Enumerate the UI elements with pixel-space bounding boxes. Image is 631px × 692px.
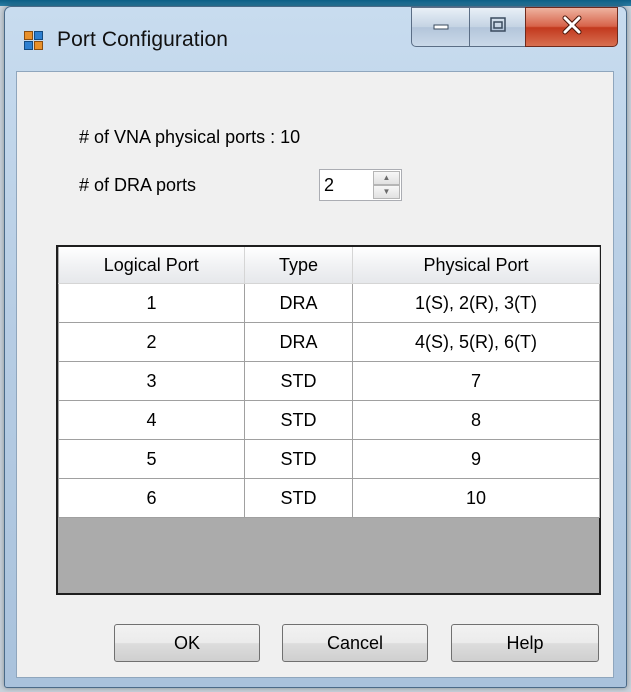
cell-physical-port[interactable]: 9: [352, 439, 600, 479]
title-bar[interactable]: Port Configuration: [5, 7, 626, 73]
help-button[interactable]: Help: [451, 624, 599, 662]
cell-logical-port[interactable]: 6: [58, 478, 245, 518]
table-row[interactable]: 1 DRA 1(S), 2(R), 3(T): [58, 283, 600, 323]
cell-logical-port[interactable]: 2: [58, 322, 245, 362]
spinner-down-button[interactable]: ▼: [373, 185, 400, 199]
table-header-row: Logical Port Type Physical Port: [58, 247, 600, 284]
column-header-type[interactable]: Type: [244, 247, 353, 284]
cell-type[interactable]: DRA: [244, 322, 353, 362]
app-window-icon: [24, 31, 44, 51]
port-grid: Logical Port Type Physical Port 1 DRA 1(…: [56, 245, 601, 595]
table-row[interactable]: 3 STD 7: [58, 361, 600, 401]
maximize-button[interactable]: [469, 7, 526, 47]
cell-logical-port[interactable]: 5: [58, 439, 245, 479]
cell-type[interactable]: STD: [244, 478, 353, 518]
cell-type[interactable]: STD: [244, 361, 353, 401]
spinner-buttons: ▲ ▼: [373, 171, 400, 199]
dra-ports-spinner[interactable]: 2 ▲ ▼: [319, 169, 402, 201]
dialog-client-area: # of VNA physical ports : 10 # of DRA po…: [16, 71, 614, 678]
cell-logical-port[interactable]: 3: [58, 361, 245, 401]
cell-physical-port[interactable]: 10: [352, 478, 600, 518]
cell-type[interactable]: STD: [244, 400, 353, 440]
dra-ports-label: # of DRA ports: [79, 175, 197, 195]
column-header-logical-port[interactable]: Logical Port: [58, 247, 245, 284]
port-configuration-dialog: Port Configuration # of VNA physical por…: [4, 6, 627, 688]
dra-ports-value[interactable]: 2: [324, 175, 334, 196]
table-row[interactable]: 6 STD 10: [58, 478, 600, 518]
cell-physical-port[interactable]: 1(S), 2(R), 3(T): [352, 283, 600, 323]
minimize-icon: [431, 18, 451, 36]
cell-physical-port[interactable]: 8: [352, 400, 600, 440]
cell-logical-port[interactable]: 1: [58, 283, 245, 323]
close-icon: [560, 15, 584, 40]
table-row[interactable]: 5 STD 9: [58, 439, 600, 479]
cell-type[interactable]: STD: [244, 439, 353, 479]
caret-up-icon: ▲: [382, 173, 391, 182]
close-button[interactable]: [525, 7, 618, 47]
table-row[interactable]: 4 STD 8: [58, 400, 600, 440]
cell-logical-port[interactable]: 4: [58, 400, 245, 440]
caret-down-icon: ▼: [382, 187, 391, 196]
ok-button[interactable]: OK: [114, 624, 260, 662]
minimize-button[interactable]: [411, 7, 470, 47]
cell-physical-port[interactable]: 7: [352, 361, 600, 401]
maximize-icon: [488, 16, 508, 39]
cancel-button[interactable]: Cancel: [282, 624, 428, 662]
vna-ports-label: # of VNA physical ports : 10: [79, 127, 301, 147]
window-title: Port Configuration: [57, 28, 229, 51]
column-header-physical-port[interactable]: Physical Port: [352, 247, 600, 284]
spinner-up-button[interactable]: ▲: [373, 171, 400, 185]
port-table: Logical Port Type Physical Port 1 DRA 1(…: [58, 247, 600, 518]
table-row[interactable]: 2 DRA 4(S), 5(R), 6(T): [58, 322, 600, 362]
cell-type[interactable]: DRA: [244, 283, 353, 323]
cell-physical-port[interactable]: 4(S), 5(R), 6(T): [352, 322, 600, 362]
